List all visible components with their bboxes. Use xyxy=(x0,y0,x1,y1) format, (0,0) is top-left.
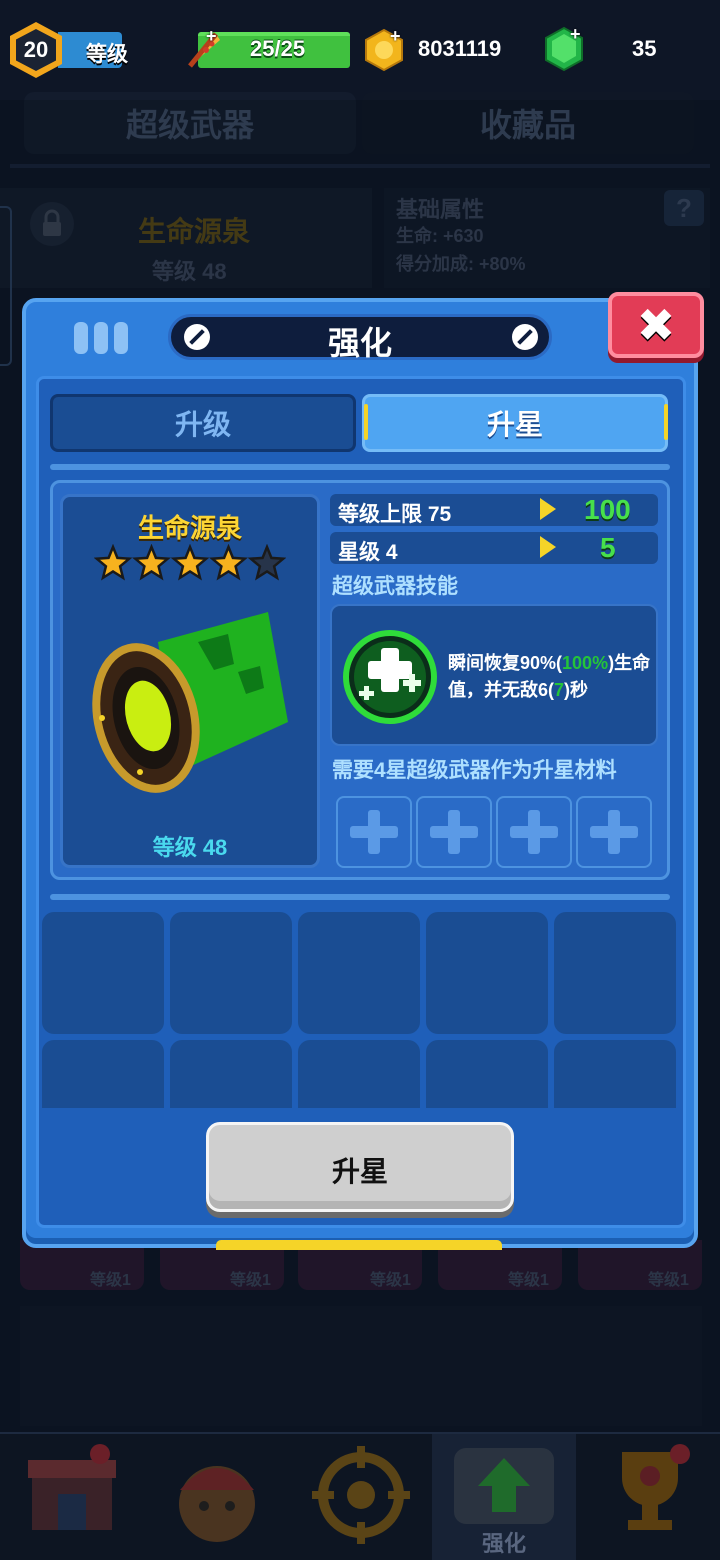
nav-upgrade-active[interactable]: 强化 xyxy=(432,1434,576,1560)
grid-cell[interactable] xyxy=(42,912,164,1034)
material-slot[interactable] xyxy=(416,796,492,868)
add-icon xyxy=(350,810,398,854)
nav-target[interactable] xyxy=(306,1440,416,1550)
weapon-image xyxy=(88,602,298,802)
gem-plus-icon[interactable]: + xyxy=(570,25,586,43)
nav-trophy[interactable] xyxy=(600,1440,710,1550)
tab-star-up[interactable]: 升星 xyxy=(362,394,668,452)
arrow-right-icon xyxy=(540,498,556,520)
grid-cell[interactable] xyxy=(298,1040,420,1108)
material-slot[interactable] xyxy=(576,796,652,868)
star-up-button-label[interactable]: 升星 xyxy=(206,1150,514,1190)
skill-highlight: 7 xyxy=(554,680,565,700)
coin-plus-icon[interactable]: + xyxy=(390,27,406,45)
grip-bar xyxy=(94,322,108,354)
arrow-right-icon xyxy=(540,536,556,558)
divider xyxy=(50,464,670,470)
stat-new-value: 100 xyxy=(584,494,631,525)
tab-upgrade[interactable]: 升级 xyxy=(50,394,356,452)
material-slot[interactable] xyxy=(336,796,412,868)
crosshair-icon xyxy=(312,1446,410,1544)
grid-cell[interactable] xyxy=(554,912,676,1034)
grid-cell[interactable] xyxy=(170,912,292,1034)
skill-text-part: )秒 xyxy=(564,680,589,700)
grid-cell[interactable] xyxy=(426,912,548,1034)
close-icon[interactable]: ✖ xyxy=(608,292,704,358)
weapon-level: 等级 48 xyxy=(152,835,228,860)
shop-icon xyxy=(28,1444,116,1530)
star-filled-icon xyxy=(170,544,210,581)
modal-title: 强化 xyxy=(327,325,392,361)
weapon-name: 生命源泉 xyxy=(137,513,242,543)
star-filled-icon xyxy=(209,544,248,581)
star-empty-icon xyxy=(247,544,286,581)
character-icon xyxy=(179,1466,255,1542)
star-filled-icon xyxy=(94,544,133,581)
nav-upgrade-label: 强化 xyxy=(481,1531,526,1556)
grid-cell[interactable] xyxy=(298,912,420,1034)
skill-highlight: 100% xyxy=(562,653,609,673)
level-label: 等级 xyxy=(86,43,128,66)
nav-shop[interactable] xyxy=(22,1440,132,1550)
divider xyxy=(50,894,670,900)
add-icon xyxy=(430,810,478,854)
coin-count: 8031119 xyxy=(418,36,502,61)
heal-skill-icon xyxy=(343,630,437,724)
stat-label: 星级 4 xyxy=(338,541,398,564)
grid-cell[interactable] xyxy=(42,1040,164,1108)
stat-new-value: 5 xyxy=(600,532,616,563)
add-icon xyxy=(590,810,638,854)
star-rating xyxy=(94,544,286,581)
grid-cell[interactable] xyxy=(170,1040,292,1108)
energy-plus-icon[interactable]: + xyxy=(206,27,222,45)
nav-character[interactable] xyxy=(162,1440,272,1550)
trophy-icon xyxy=(622,1444,690,1530)
tab-indicator xyxy=(364,404,368,440)
grid-cell[interactable] xyxy=(554,1040,676,1108)
grip-bar xyxy=(114,322,128,354)
top-hud: 20 等级 + 25/25 + 8031119 + 35 xyxy=(0,0,720,100)
grid-cell[interactable] xyxy=(426,1040,548,1108)
skill-text-part: 瞬间恢复90%( xyxy=(448,653,563,673)
tab-indicator xyxy=(664,404,668,440)
material-grid xyxy=(40,908,680,1108)
upgrade-arrow-icon xyxy=(454,1448,554,1524)
material-slot[interactable] xyxy=(496,796,572,868)
star-filled-icon xyxy=(132,544,171,581)
skill-description: 瞬间恢复90%(100%)生命值，并无敌6(7)秒 xyxy=(448,650,656,704)
modal-bottom-accent xyxy=(216,1240,502,1250)
skill-heading: 超级武器技能 xyxy=(332,575,458,598)
add-icon xyxy=(510,810,558,854)
grip-bar xyxy=(74,322,88,354)
stat-label: 等级上限 75 xyxy=(338,503,452,526)
material-requirement: 需要4星超级武器作为升星材料 xyxy=(332,759,617,782)
gem-count: 35 xyxy=(632,36,657,61)
energy-value: 25/25 xyxy=(250,36,306,61)
